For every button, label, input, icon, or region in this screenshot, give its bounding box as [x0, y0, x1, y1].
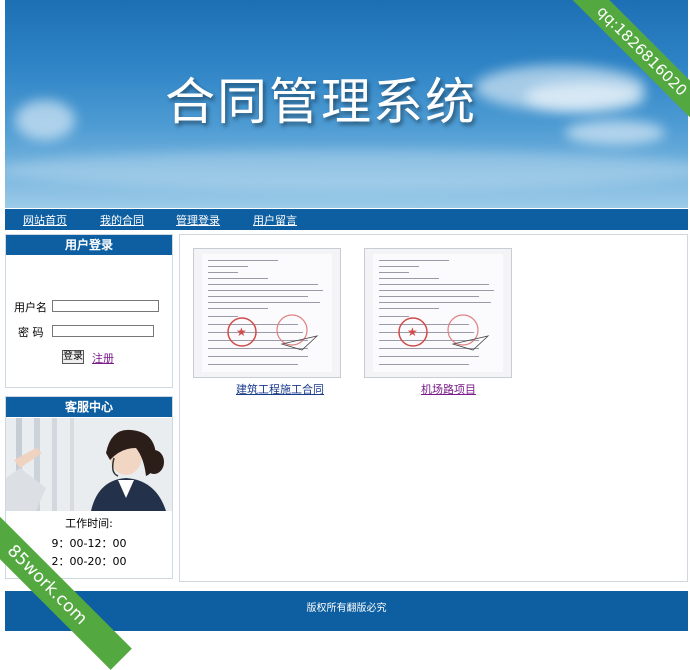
svg-text:★: ★	[236, 325, 247, 339]
seal-stamps: ★	[398, 314, 490, 351]
service-agent-photo	[6, 418, 172, 511]
banner: 合同管理系统	[5, 0, 688, 208]
service-panel-title: 客服中心	[6, 397, 172, 417]
register-link[interactable]: 注册	[92, 350, 114, 366]
username-label: 用户名	[14, 301, 47, 314]
work-hours-label: 工作时间:	[65, 517, 113, 530]
nav-messages[interactable]: 用户留言	[253, 212, 297, 228]
contract-document-image: ★	[373, 254, 503, 372]
nav-admin-login[interactable]: 管理登录	[176, 212, 220, 228]
nav-home[interactable]: 网站首页	[23, 212, 67, 228]
seal-stamps: ★	[227, 314, 319, 351]
contract-thumbnail[interactable]: ★	[193, 248, 341, 378]
username-input[interactable]	[52, 300, 159, 312]
login-panel-title: 用户登录	[6, 235, 172, 255]
contract-link[interactable]: 机场路项目	[421, 381, 476, 397]
copyright-text: 版权所有翻版必究	[306, 603, 387, 614]
contract-thumbnail[interactable]: ★	[364, 248, 512, 378]
login-button[interactable]: 登录	[62, 350, 84, 364]
contract-document-image: ★	[202, 254, 332, 372]
site-title: 合同管理系统	[165, 73, 477, 131]
svg-text:★: ★	[407, 325, 418, 339]
password-label: 密 码	[18, 326, 44, 339]
contract-link[interactable]: 建筑工程施工合同	[236, 381, 324, 397]
main-nav: 网站首页 我的合同 管理登录 用户留言	[5, 209, 688, 230]
password-input[interactable]	[52, 325, 154, 337]
nav-my-contracts[interactable]: 我的合同	[100, 212, 144, 228]
login-panel: 用户登录 用户名 密 码 登录 注册	[5, 234, 173, 388]
contract-list: ★ 建筑工程施工合同 ★ 机场路项目	[179, 234, 688, 582]
